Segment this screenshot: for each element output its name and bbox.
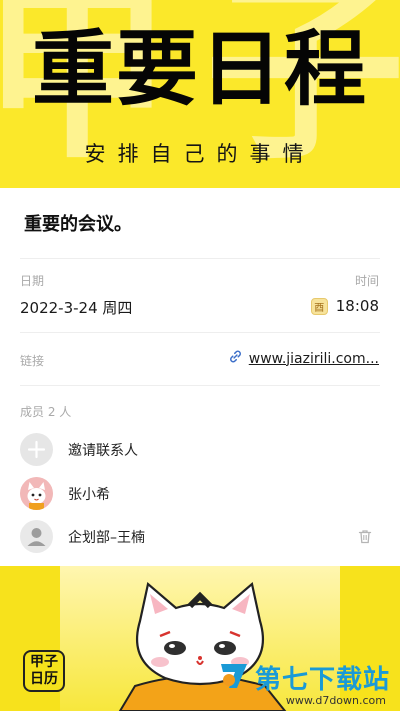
avatar xyxy=(20,477,53,510)
member-row[interactable]: 企划部–王楠 xyxy=(20,520,145,553)
member-row[interactable]: 张小希 xyxy=(20,477,110,510)
time-field[interactable]: 酉 18:08 xyxy=(310,297,379,315)
header-banner: 甲 子 重要日程 安排自己的事情 xyxy=(0,0,400,188)
app-logo-text: 甲子 xyxy=(30,654,58,670)
divider xyxy=(20,332,380,333)
link-icon xyxy=(228,349,243,368)
trash-icon[interactable] xyxy=(358,529,372,548)
member-name: 张小希 xyxy=(68,486,110,503)
app-logo-text: 日历 xyxy=(30,671,58,687)
default-avatar-icon xyxy=(20,520,53,553)
add-icon xyxy=(20,433,53,466)
link-field[interactable]: www.jiazirili.com... xyxy=(228,349,379,368)
date-value[interactable]: 2022-3-24 周四 xyxy=(20,297,132,318)
banner-subtitle: 安排自己的事情 xyxy=(84,142,316,166)
invite-contact-row[interactable]: 邀请联系人 xyxy=(20,433,138,466)
app-logo: 甲子 日历 xyxy=(23,650,65,692)
promo-illustration: 甲子 日历 第七下载站 www.d7down.com xyxy=(0,566,400,711)
watermark-text: 第七下载站 xyxy=(254,664,390,695)
divider xyxy=(20,385,380,386)
shichen-tag-icon: 酉 xyxy=(310,297,328,315)
time-value: 18:08 xyxy=(335,297,379,315)
event-detail-card: 重要的会议。 日期 时间 2022-3-24 周四 酉 18:08 链接 www… xyxy=(0,188,400,566)
member-name: 企划部–王楠 xyxy=(68,529,145,546)
watermark: 第七下载站 xyxy=(217,658,390,696)
invite-contact-label: 邀请联系人 xyxy=(68,442,138,459)
members-count-label: 成员 2 人 xyxy=(20,405,72,419)
divider xyxy=(20,258,380,259)
banner-title: 重要日程 xyxy=(31,21,368,117)
time-label: 时间 xyxy=(354,274,379,288)
link-value[interactable]: www.jiazirili.com... xyxy=(249,351,379,367)
link-label: 链接 xyxy=(20,354,45,368)
watermark-logo-icon xyxy=(217,658,251,696)
event-title[interactable]: 重要的会议。 xyxy=(24,210,132,236)
date-label: 日期 xyxy=(20,274,45,288)
watermark-url: www.d7down.com xyxy=(285,694,386,707)
